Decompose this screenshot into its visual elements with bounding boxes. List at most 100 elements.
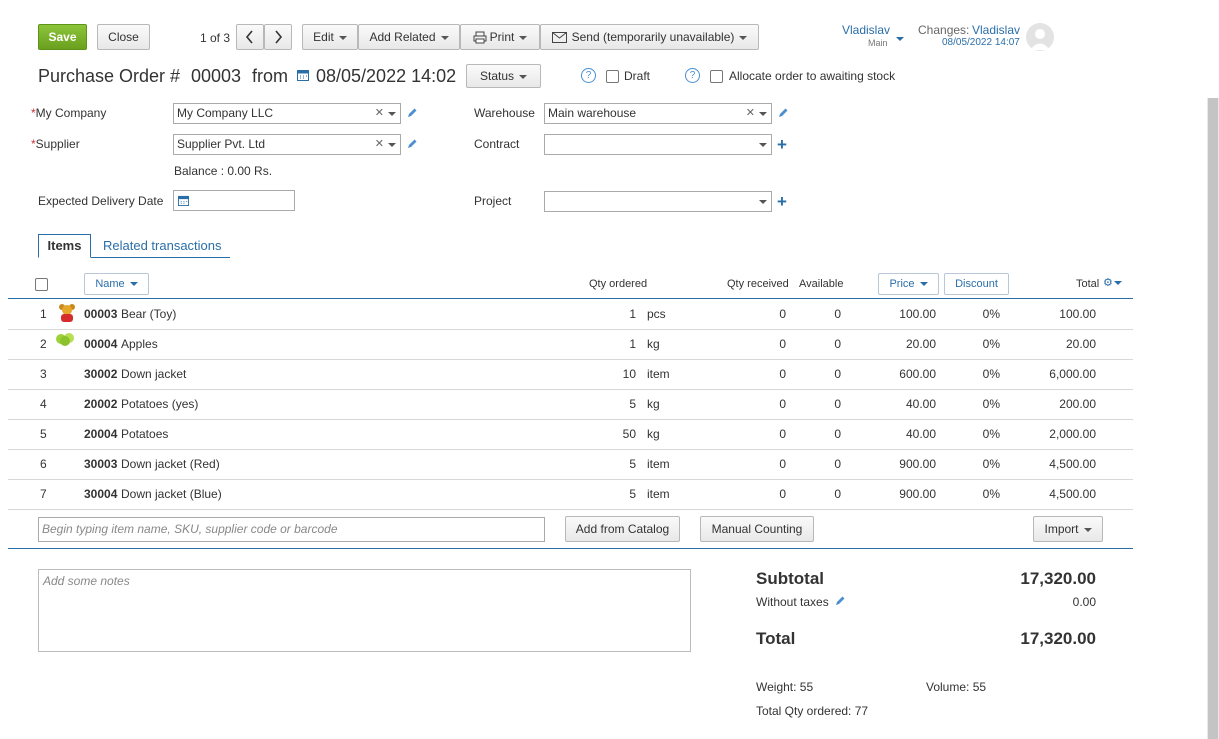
column-settings-gear-icon[interactable]: ⚙: [1103, 276, 1122, 289]
supplier-select[interactable]: Supplier Pvt. Ltd ✕: [173, 134, 401, 155]
send-button[interactable]: Send (temporarily unavailable): [540, 24, 759, 50]
select-all-checkbox[interactable]: [35, 278, 48, 291]
qty-ordered[interactable]: 5: [568, 457, 636, 471]
prev-record-button[interactable]: [236, 24, 264, 50]
user-menu[interactable]: Vladislav: [842, 23, 905, 41]
subtotal-value: 17,320.00: [1020, 569, 1096, 588]
qty-ordered[interactable]: 1: [568, 307, 636, 321]
pencil-icon[interactable]: [406, 107, 418, 119]
print-button[interactable]: Print: [460, 24, 540, 50]
add-from-catalog-button[interactable]: Add from Catalog: [565, 516, 680, 542]
table-row[interactable]: 7 30004 Down jacket (Blue) 5 item 0 0 900.00 0% 4…: [8, 479, 1133, 510]
contract-select[interactable]: [544, 134, 772, 155]
tab-related-transactions[interactable]: Related transactions: [103, 238, 222, 253]
item-name[interactable]: Down jacket (Blue): [121, 487, 222, 501]
warehouse-select[interactable]: Main warehouse ✕: [544, 103, 772, 124]
add-related-button[interactable]: Add Related: [358, 24, 460, 50]
clear-icon[interactable]: ✕: [746, 104, 755, 123]
avatar[interactable]: [1026, 23, 1054, 51]
discount[interactable]: 0%: [963, 307, 1000, 321]
item-sku: 20004: [84, 427, 118, 441]
price[interactable]: 100.00: [868, 307, 936, 321]
chevron-down-icon: [739, 35, 748, 40]
import-button[interactable]: Import: [1033, 516, 1103, 542]
item-name[interactable]: Apples: [121, 337, 158, 351]
chevron-down-icon: [388, 143, 396, 147]
expected-delivery-input[interactable]: [173, 190, 295, 211]
add-contract-plus-icon[interactable]: +: [777, 136, 787, 153]
tab-underline: [91, 257, 230, 258]
scrollbar-thumb[interactable]: [1208, 98, 1218, 739]
save-button[interactable]: Save: [38, 24, 87, 50]
order-number[interactable]: 00003: [191, 66, 241, 87]
table-row[interactable]: 6 30003 Down jacket (Red) 5 item 0 0 900.00 0% 4,…: [8, 449, 1133, 480]
table-row[interactable]: 2 00004 Apples 1 kg 0 0 20.00 0% 20.00: [8, 329, 1133, 360]
qty-ordered[interactable]: 10: [568, 367, 636, 381]
warehouse-label: Warehouse: [474, 106, 535, 120]
qty-ordered[interactable]: 1: [568, 337, 636, 351]
edit-menu-button[interactable]: Edit: [302, 24, 358, 50]
available: 0: [834, 397, 841, 411]
item-name[interactable]: Down jacket (Red): [121, 457, 220, 471]
calendar-icon[interactable]: [178, 195, 189, 206]
price[interactable]: 900.00: [868, 487, 936, 501]
price[interactable]: 600.00: [868, 367, 936, 381]
calendar-icon[interactable]: [297, 69, 309, 81]
discount[interactable]: 0%: [963, 487, 1000, 501]
qty-ordered[interactable]: 50: [568, 427, 636, 441]
tab-items[interactable]: Items: [38, 234, 91, 258]
available: 0: [834, 367, 841, 381]
item-search-input[interactable]: Begin typing item name, SKU, supplier co…: [38, 517, 545, 542]
discount[interactable]: 0%: [963, 427, 1000, 441]
clear-icon[interactable]: ✕: [375, 135, 384, 154]
allocate-help-icon[interactable]: ?: [685, 68, 700, 83]
changes-user-link[interactable]: Vladislav: [972, 23, 1020, 37]
price-column-button[interactable]: Price: [878, 273, 939, 295]
price[interactable]: 20.00: [868, 337, 936, 351]
price[interactable]: 900.00: [868, 457, 936, 471]
user-name: Vladislav: [842, 23, 891, 37]
close-button[interactable]: Close: [97, 24, 150, 50]
expected-delivery-label: Expected Delivery Date: [38, 194, 164, 208]
qty-ordered[interactable]: 5: [568, 397, 636, 411]
draft-checkbox[interactable]: [606, 70, 619, 83]
item-name[interactable]: Potatoes: [121, 427, 168, 441]
qty-ordered[interactable]: 5: [568, 487, 636, 501]
draft-help-icon[interactable]: ?: [581, 68, 596, 83]
item-name[interactable]: Potatoes (yes): [121, 397, 198, 411]
table-row[interactable]: 5 20004 Potatoes 50 kg 0 0 40.00 0% 2,000.00: [8, 419, 1133, 450]
price[interactable]: 40.00: [868, 427, 936, 441]
discount-column-button[interactable]: Discount: [944, 273, 1009, 295]
my-company-select[interactable]: My Company LLC ✕: [173, 103, 401, 124]
allocate-checkbox[interactable]: [710, 70, 723, 83]
project-select[interactable]: [544, 191, 772, 212]
discount[interactable]: 0%: [963, 367, 1000, 381]
pencil-icon[interactable]: [777, 107, 789, 119]
name-column-sort-button[interactable]: Name: [84, 273, 149, 295]
order-date[interactable]: 08/05/2022 14:02: [316, 66, 456, 87]
status-dropdown[interactable]: Status: [466, 64, 541, 88]
clear-icon[interactable]: ✕: [375, 104, 384, 123]
line-total: 4,500.00: [1049, 487, 1096, 501]
item-name[interactable]: Bear (Toy): [121, 307, 176, 321]
next-record-button[interactable]: [264, 24, 292, 50]
notes-textarea[interactable]: Add some notes: [38, 569, 691, 652]
add-project-plus-icon[interactable]: +: [777, 193, 787, 210]
table-row[interactable]: 3 30002 Down jacket 10 item 0 0 600.00 0% 6,000.0…: [8, 359, 1133, 390]
table-row[interactable]: 4 20002 Potatoes (yes) 5 kg 0 0 40.00 0% 200.00: [8, 389, 1133, 420]
chevron-down-icon: [338, 35, 347, 40]
discount[interactable]: 0%: [963, 457, 1000, 471]
item-name[interactable]: Down jacket: [121, 367, 186, 381]
row-number: 2: [40, 337, 47, 351]
row-number: 7: [40, 487, 47, 501]
vertical-scrollbar[interactable]: [1207, 98, 1219, 739]
pencil-icon[interactable]: [406, 138, 418, 150]
my-company-value: My Company LLC: [177, 106, 274, 120]
manual-counting-button[interactable]: Manual Counting: [700, 516, 814, 542]
table-row[interactable]: 1 00003 Bear (Toy) 1 pcs 0 0 100.00 0% 100.00: [8, 299, 1133, 330]
discount[interactable]: 0%: [963, 337, 1000, 351]
discount[interactable]: 0%: [963, 397, 1000, 411]
bear-toy-thumbnail-icon: [58, 303, 76, 326]
price[interactable]: 40.00: [868, 397, 936, 411]
pencil-icon[interactable]: [834, 595, 846, 607]
